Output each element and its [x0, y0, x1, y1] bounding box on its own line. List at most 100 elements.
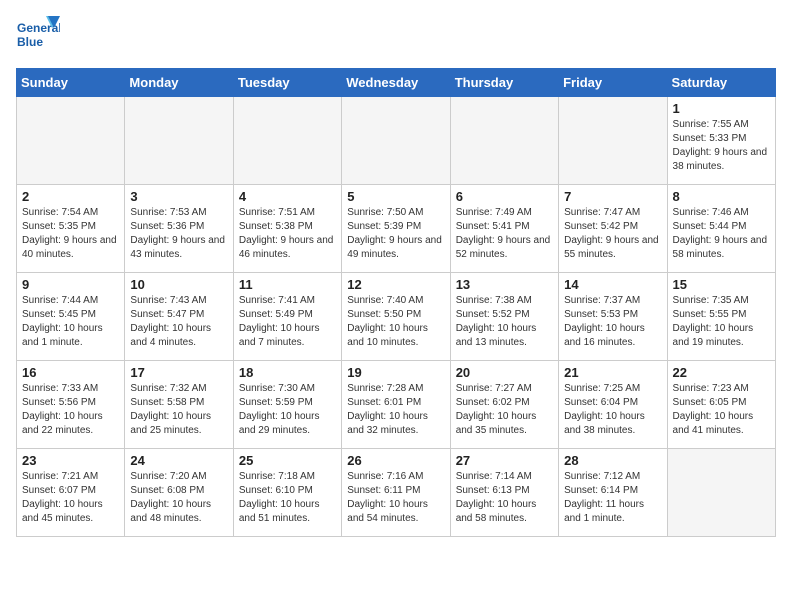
logo-icon: General Blue — [16, 16, 60, 56]
day-number: 23 — [22, 453, 119, 468]
calendar-cell: 4 Sunrise: 7:51 AM Sunset: 5:38 PM Daylig… — [233, 185, 341, 273]
day-info: Sunrise: 7:51 AM Sunset: 5:38 PM Dayligh… — [239, 206, 336, 262]
calendar-cell — [450, 97, 558, 185]
day-number: 25 — [239, 453, 336, 468]
weekday-header: Friday — [559, 69, 667, 97]
calendar-cell: 28 Sunrise: 7:12 AM Sunset: 6:14 PM Dayli… — [559, 449, 667, 537]
day-info: Sunrise: 7:18 AM Sunset: 6:10 PM Dayligh… — [239, 470, 336, 526]
day-number: 12 — [347, 277, 444, 292]
day-number: 18 — [239, 365, 336, 380]
weekday-header: Saturday — [667, 69, 775, 97]
calendar-cell: 22 Sunrise: 7:23 AM Sunset: 6:05 PM Dayli… — [667, 361, 775, 449]
calendar-cell: 24 Sunrise: 7:20 AM Sunset: 6:08 PM Dayli… — [125, 449, 233, 537]
page-header: General Blue — [16, 16, 776, 56]
week-row-1: 1 Sunrise: 7:55 AM Sunset: 5:33 PM Daylig… — [17, 97, 776, 185]
calendar-cell: 15 Sunrise: 7:35 AM Sunset: 5:55 PM Dayli… — [667, 273, 775, 361]
svg-text:Blue: Blue — [17, 35, 43, 49]
day-number: 24 — [130, 453, 227, 468]
day-info: Sunrise: 7:55 AM Sunset: 5:33 PM Dayligh… — [673, 118, 770, 174]
day-number: 13 — [456, 277, 553, 292]
weekday-header: Monday — [125, 69, 233, 97]
calendar-cell: 19Sunrise: 7:28 AM Sunset: 6:01 PM Dayli… — [342, 361, 450, 449]
calendar-cell: 3 Sunrise: 7:53 AM Sunset: 5:36 PM Daylig… — [125, 185, 233, 273]
calendar-cell: 8 Sunrise: 7:46 AM Sunset: 5:44 PM Daylig… — [667, 185, 775, 273]
day-info: Sunrise: 7:38 AM Sunset: 5:52 PM Dayligh… — [456, 294, 553, 350]
day-info: Sunrise: 7:40 AM Sunset: 5:50 PM Dayligh… — [347, 294, 444, 350]
week-row-3: 9 Sunrise: 7:44 AM Sunset: 5:45 PM Daylig… — [17, 273, 776, 361]
calendar-cell: 21Sunrise: 7:25 AM Sunset: 6:04 PM Dayli… — [559, 361, 667, 449]
calendar-cell: 10 Sunrise: 7:43 AM Sunset: 5:47 PM Dayli… — [125, 273, 233, 361]
day-number: 5 — [347, 189, 444, 204]
calendar-cell: 18 Sunrise: 7:30 AM Sunset: 5:59 PM Dayli… — [233, 361, 341, 449]
day-number: 6 — [456, 189, 553, 204]
calendar-cell: 20 Sunrise: 7:27 AM Sunset: 6:02 PM Dayli… — [450, 361, 558, 449]
calendar-cell — [667, 449, 775, 537]
day-number: 4 — [239, 189, 336, 204]
day-number: 8 — [673, 189, 770, 204]
day-number: 27 — [456, 453, 553, 468]
weekday-header: Sunday — [17, 69, 125, 97]
day-info: Sunrise: 7:35 AM Sunset: 5:55 PM Dayligh… — [673, 294, 770, 350]
logo-container: General Blue — [16, 16, 60, 56]
day-info: Sunrise: 7:27 AM Sunset: 6:02 PM Dayligh… — [456, 382, 553, 438]
calendar-cell: 26Sunrise: 7:16 AM Sunset: 6:11 PM Dayli… — [342, 449, 450, 537]
day-info: Sunrise: 7:49 AM Sunset: 5:41 PM Dayligh… — [456, 206, 553, 262]
day-number: 20 — [456, 365, 553, 380]
day-number: 26 — [347, 453, 444, 468]
day-number: 28 — [564, 453, 661, 468]
day-info: Sunrise: 7:32 AM Sunset: 5:58 PM Dayligh… — [130, 382, 227, 438]
weekday-header: Wednesday — [342, 69, 450, 97]
calendar-cell: 9 Sunrise: 7:44 AM Sunset: 5:45 PM Daylig… — [17, 273, 125, 361]
day-info: Sunrise: 7:41 AM Sunset: 5:49 PM Dayligh… — [239, 294, 336, 350]
day-info: Sunrise: 7:12 AM Sunset: 6:14 PM Dayligh… — [564, 470, 661, 526]
day-number: 3 — [130, 189, 227, 204]
calendar-cell: 23 Sunrise: 7:21 AM Sunset: 6:07 PM Dayli… — [17, 449, 125, 537]
day-info: Sunrise: 7:21 AM Sunset: 6:07 PM Dayligh… — [22, 470, 119, 526]
calendar-cell: 2 Sunrise: 7:54 AM Sunset: 5:35 PM Daylig… — [17, 185, 125, 273]
calendar-table: SundayMondayTuesdayWednesdayThursdayFrid… — [16, 68, 776, 537]
calendar-cell: 27 Sunrise: 7:14 AM Sunset: 6:13 PM Dayli… — [450, 449, 558, 537]
calendar-cell: 7 Sunrise: 7:47 AM Sunset: 5:42 PM Daylig… — [559, 185, 667, 273]
weekday-header-row: SundayMondayTuesdayWednesdayThursdayFrid… — [17, 69, 776, 97]
day-info: Sunrise: 7:25 AM Sunset: 6:04 PM Dayligh… — [564, 382, 661, 438]
day-number: 10 — [130, 277, 227, 292]
calendar-cell — [233, 97, 341, 185]
day-info: Sunrise: 7:47 AM Sunset: 5:42 PM Dayligh… — [564, 206, 661, 262]
day-info: Sunrise: 7:23 AM Sunset: 6:05 PM Dayligh… — [673, 382, 770, 438]
day-number: 9 — [22, 277, 119, 292]
calendar-cell — [559, 97, 667, 185]
calendar-cell: 14 Sunrise: 7:37 AM Sunset: 5:53 PM Dayli… — [559, 273, 667, 361]
week-row-4: 16 Sunrise: 7:33 AM Sunset: 5:56 PM Dayli… — [17, 361, 776, 449]
day-info: Sunrise: 7:46 AM Sunset: 5:44 PM Dayligh… — [673, 206, 770, 262]
day-info: Sunrise: 7:28 AM Sunset: 6:01 PM Dayligh… — [347, 382, 444, 438]
day-info: Sunrise: 7:33 AM Sunset: 5:56 PM Dayligh… — [22, 382, 119, 438]
day-number: 22 — [673, 365, 770, 380]
logo: General Blue — [16, 16, 60, 56]
day-info: Sunrise: 7:37 AM Sunset: 5:53 PM Dayligh… — [564, 294, 661, 350]
day-number: 17 — [130, 365, 227, 380]
day-number: 1 — [673, 101, 770, 116]
day-info: Sunrise: 7:53 AM Sunset: 5:36 PM Dayligh… — [130, 206, 227, 262]
day-number: 14 — [564, 277, 661, 292]
calendar-cell: 11 Sunrise: 7:41 AM Sunset: 5:49 PM Dayli… — [233, 273, 341, 361]
weekday-header: Tuesday — [233, 69, 341, 97]
weekday-header: Thursday — [450, 69, 558, 97]
calendar-cell — [17, 97, 125, 185]
day-number: 11 — [239, 277, 336, 292]
calendar-cell: 1 Sunrise: 7:55 AM Sunset: 5:33 PM Daylig… — [667, 97, 775, 185]
calendar-cell — [342, 97, 450, 185]
calendar-cell: 6 Sunrise: 7:49 AM Sunset: 5:41 PM Daylig… — [450, 185, 558, 273]
calendar-cell: 16 Sunrise: 7:33 AM Sunset: 5:56 PM Dayli… — [17, 361, 125, 449]
day-info: Sunrise: 7:54 AM Sunset: 5:35 PM Dayligh… — [22, 206, 119, 262]
day-info: Sunrise: 7:20 AM Sunset: 6:08 PM Dayligh… — [130, 470, 227, 526]
day-number: 2 — [22, 189, 119, 204]
calendar-cell: 5Sunrise: 7:50 AM Sunset: 5:39 PM Daylig… — [342, 185, 450, 273]
calendar-cell — [125, 97, 233, 185]
day-number: 15 — [673, 277, 770, 292]
day-info: Sunrise: 7:30 AM Sunset: 5:59 PM Dayligh… — [239, 382, 336, 438]
day-number: 7 — [564, 189, 661, 204]
day-number: 16 — [22, 365, 119, 380]
day-info: Sunrise: 7:44 AM Sunset: 5:45 PM Dayligh… — [22, 294, 119, 350]
day-info: Sunrise: 7:43 AM Sunset: 5:47 PM Dayligh… — [130, 294, 227, 350]
day-info: Sunrise: 7:14 AM Sunset: 6:13 PM Dayligh… — [456, 470, 553, 526]
